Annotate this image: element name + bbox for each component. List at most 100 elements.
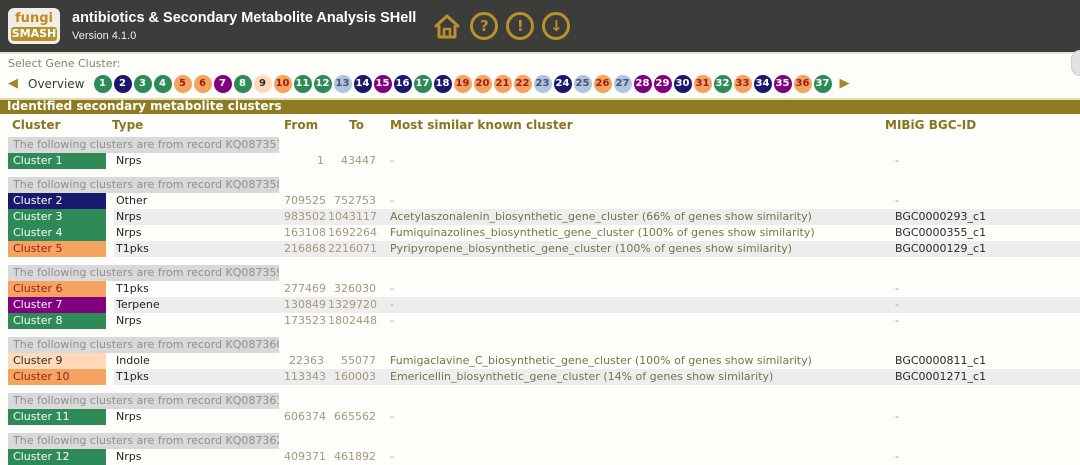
mibig-bgc-id: - [883,153,1080,169]
cluster-circle-11[interactable]: 11 [294,75,312,93]
record-empty-cell [282,177,326,193]
cluster-from: 1 [282,153,326,169]
table-row: Cluster 5T1pks21686802216071Pyripyropene… [4,241,1080,257]
cluster-label[interactable]: Cluster 10 [4,369,110,385]
cluster-circle-31[interactable]: 31 [694,75,712,93]
cluster-circle-17[interactable]: 17 [414,75,432,93]
mibig-bgc-id[interactable]: BGC0000811_c1 [883,353,1080,369]
record-row: The following clusters are from record K… [4,393,1080,409]
most-similar-cluster: Fumiquinazolines_biosynthetic_gene_clust… [378,225,883,241]
table-row: Cluster 6T1pks277469326030-- [4,281,1080,297]
cluster-circle-28[interactable]: 28 [634,75,652,93]
notices-icon[interactable]: ! [506,12,534,40]
cluster-circle-22[interactable]: 22 [514,75,532,93]
cluster-circle-2[interactable]: 2 [114,75,132,93]
cluster-label[interactable]: Cluster 8 [4,313,110,329]
fungismash-logo[interactable]: fungi SMASH [8,8,60,44]
cluster-label[interactable]: Cluster 4 [4,225,110,241]
cluster-circle-16[interactable]: 16 [394,75,412,93]
mibig-bgc-id[interactable]: BGC0000129_c1 [883,241,1080,257]
cluster-circle-5[interactable]: 5 [174,75,192,93]
cluster-type: T1pks [110,241,282,257]
record-label: The following clusters are from record K… [4,137,282,153]
cluster-circle-9[interactable]: 9 [254,75,272,93]
section-header: Identified secondary metabolite clusters [0,98,1080,114]
cluster-from: 1308499 [282,297,326,313]
table-header-row: Cluster Type From To Most similar known … [4,114,1080,137]
tab-overview[interactable]: Overview [28,77,85,91]
cluster-circle-20[interactable]: 20 [474,75,492,93]
help-icon[interactable]: ? [470,12,498,40]
record-label: The following clusters are from record K… [4,337,282,353]
cluster-circle-34[interactable]: 34 [754,75,772,93]
home-icon[interactable] [432,11,462,41]
record-empty-cell [378,393,883,409]
cluster-label[interactable]: Cluster 1 [4,153,110,169]
most-similar-cluster: - [378,193,883,209]
cluster-label[interactable]: Cluster 9 [4,353,110,369]
prev-cluster-arrow[interactable]: ◀ [8,75,18,93]
record-empty-cell [282,433,326,449]
cluster-circle-24[interactable]: 24 [554,75,572,93]
cluster-circle-32[interactable]: 32 [714,75,732,93]
cluster-from: 113343 [282,369,326,385]
mibig-bgc-id: - [883,449,1080,465]
cluster-circle-27[interactable]: 27 [614,75,632,93]
cluster-circle-6[interactable]: 6 [194,75,212,93]
cluster-circle-36[interactable]: 36 [794,75,812,93]
mibig-bgc-id[interactable]: BGC0000293_c1 [883,209,1080,225]
cluster-from: 983502 [282,209,326,225]
cluster-circle-33[interactable]: 33 [734,75,752,93]
cluster-type: Nrps [110,409,282,425]
cluster-circle-12[interactable]: 12 [314,75,332,93]
most-similar-cluster: - [378,281,883,297]
cluster-label[interactable]: Cluster 3 [4,209,110,225]
mibig-bgc-id[interactable]: BGC0001271_c1 [883,369,1080,385]
col-header-to: To [326,114,378,137]
record-empty-cell [326,393,378,409]
cluster-circle-3[interactable]: 3 [134,75,152,93]
cluster-circle-19[interactable]: 19 [454,75,472,93]
record-empty-cell [883,393,1080,409]
clusters-table: Cluster Type From To Most similar known … [0,114,1080,465]
group-gap-cell [4,169,1080,177]
cluster-label[interactable]: Cluster 5 [4,241,110,257]
cluster-circle-18[interactable]: 18 [434,75,452,93]
cluster-circle-7[interactable]: 7 [214,75,232,93]
most-similar-cluster: - [378,297,883,313]
mibig-bgc-id[interactable]: BGC0000355_c1 [883,225,1080,241]
download-icon[interactable]: ↓ [542,12,570,40]
cluster-circle-37[interactable]: 37 [814,75,832,93]
cluster-circle-4[interactable]: 4 [154,75,172,93]
table-row: Cluster 12Nrps409371461892-- [4,449,1080,465]
cluster-label[interactable]: Cluster 2 [4,193,110,209]
cluster-circle-21[interactable]: 21 [494,75,512,93]
record-empty-cell [282,393,326,409]
logo-text-fungi: fungi [10,12,58,26]
most-similar-cluster: Fumigaclavine_C_biosynthetic_gene_cluste… [378,353,883,369]
cluster-circle-8[interactable]: 8 [234,75,252,93]
cluster-circle-26[interactable]: 26 [594,75,612,93]
cluster-circle-13[interactable]: 13 [334,75,352,93]
cluster-circle-10[interactable]: 10 [274,75,292,93]
cluster-label[interactable]: Cluster 11 [4,409,110,425]
cluster-circle-14[interactable]: 14 [354,75,372,93]
most-similar-cluster: Pyripyropene_biosynthetic_gene_cluster (… [378,241,883,257]
table-row: Cluster 7Terpene13084991329720-- [4,297,1080,313]
record-empty-cell [378,137,883,153]
cluster-circles: 1234567891011121314151617181920212223242… [94,75,834,93]
cluster-circle-30[interactable]: 30 [674,75,692,93]
cluster-label[interactable]: Cluster 12 [4,449,110,465]
cluster-circle-23[interactable]: 23 [534,75,552,93]
cluster-label[interactable]: Cluster 6 [4,281,110,297]
cluster-circle-1[interactable]: 1 [94,75,112,93]
next-cluster-arrow[interactable]: ▶ [840,75,850,93]
cluster-circle-15[interactable]: 15 [374,75,392,93]
cluster-circle-29[interactable]: 29 [654,75,672,93]
scrollbar-fragment[interactable] [1071,50,1080,76]
cluster-nav: ◀ Overview 12345678910111213141516171819… [0,71,1080,96]
cluster-circle-35[interactable]: 35 [774,75,792,93]
cluster-label[interactable]: Cluster 7 [4,297,110,313]
page-title: antibiotics & Secondary Metabolite Analy… [72,10,416,27]
cluster-circle-25[interactable]: 25 [574,75,592,93]
